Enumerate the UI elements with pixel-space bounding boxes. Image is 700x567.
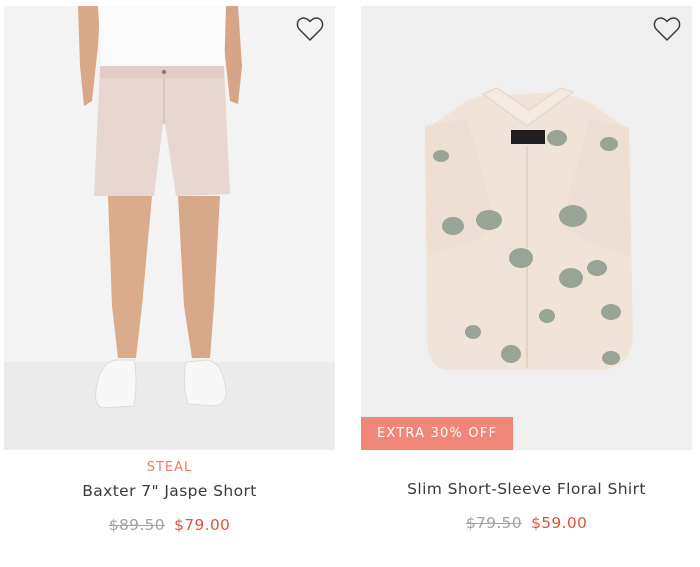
product-name[interactable]: Slim Short-Sleeve Floral Shirt	[361, 480, 692, 498]
original-price: $89.50	[108, 516, 165, 534]
promo-badge: EXTRA 30% OFF	[361, 417, 514, 450]
steal-tag: STEAL	[146, 460, 193, 475]
wishlist-heart-icon[interactable]	[296, 16, 324, 42]
sale-price: $79.00	[174, 516, 231, 534]
product-grid: STEAL Baxter 7" Jaspe Short $89.50 $79.0…	[0, 0, 700, 567]
original-price: $79.50	[465, 514, 522, 532]
floral-shirt-image	[361, 6, 692, 450]
product-price: $79.50 $59.00	[361, 514, 692, 532]
product-card-floral-shirt[interactable]: EXTRA 30% OFF Slim Short-Sleeve Floral S…	[361, 6, 692, 561]
product-image-shorts[interactable]	[4, 6, 335, 450]
sale-price: $59.00	[531, 514, 588, 532]
product-card-baxter-short[interactable]: STEAL Baxter 7" Jaspe Short $89.50 $79.0…	[4, 6, 335, 561]
shorts-on-model-image	[4, 6, 335, 450]
product-info: Slim Short-Sleeve Floral Shirt $79.50 $5…	[361, 480, 692, 532]
wishlist-heart-icon[interactable]	[653, 16, 681, 42]
product-name[interactable]: Baxter 7" Jaspe Short	[4, 482, 335, 500]
product-image-shirt[interactable]: EXTRA 30% OFF	[361, 6, 692, 450]
product-info: STEAL Baxter 7" Jaspe Short $89.50 $79.0…	[4, 460, 335, 534]
product-price: $89.50 $79.00	[4, 516, 335, 534]
